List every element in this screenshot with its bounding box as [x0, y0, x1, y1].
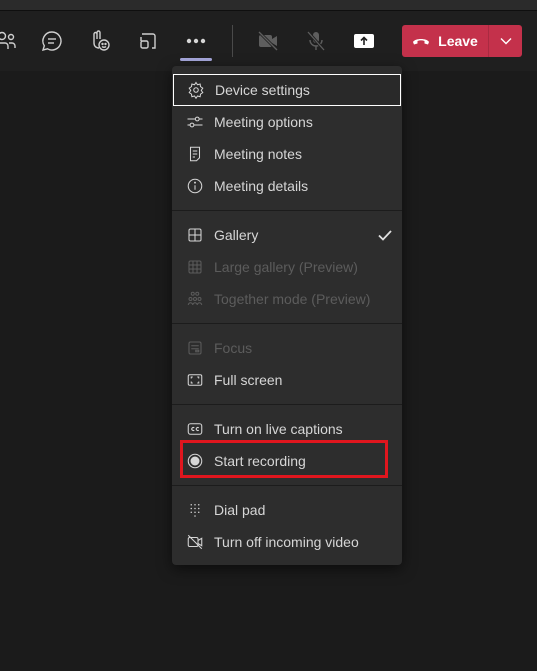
- breakout-rooms-icon: [137, 30, 159, 52]
- raise-hand-icon: [88, 29, 112, 53]
- share-screen-icon: [353, 32, 375, 50]
- menu-section-other: Dial pad Turn off incoming video: [172, 486, 402, 566]
- checkmark-icon: [376, 226, 394, 247]
- together-mode-icon: [186, 290, 204, 308]
- menu-item-label: Dial pad: [214, 502, 266, 518]
- menu-item-turn-off-incoming-video[interactable]: Turn off incoming video: [172, 526, 402, 558]
- chat-button[interactable]: [36, 25, 68, 57]
- active-indicator: [180, 58, 212, 61]
- menu-item-label: Meeting notes: [214, 146, 302, 162]
- menu-item-label: Start recording: [214, 453, 306, 469]
- more-actions-menu: Device settings Meeting options Meeting …: [172, 66, 402, 565]
- menu-item-live-captions[interactable]: Turn on live captions: [172, 413, 402, 445]
- meeting-toolbar: Leave: [0, 11, 537, 71]
- gallery-icon: [186, 226, 204, 244]
- menu-item-label: Full screen: [214, 372, 283, 388]
- more-icon: [185, 37, 207, 45]
- menu-item-focus: Focus: [172, 332, 402, 364]
- menu-item-label: Meeting options: [214, 114, 313, 130]
- toolbar-divider: [232, 25, 233, 57]
- leave-label: Leave: [438, 33, 478, 49]
- menu-item-label: Turn on live captions: [214, 421, 343, 437]
- menu-item-meeting-details[interactable]: Meeting details: [172, 170, 402, 202]
- menu-section-captions-recording: Turn on live captions Start recording: [172, 405, 402, 486]
- chevron-down-icon: [500, 32, 512, 50]
- menu-section-view: Focus Full screen: [172, 324, 402, 405]
- participants-button[interactable]: [0, 25, 22, 57]
- video-off-icon: [186, 533, 204, 551]
- menu-item-meeting-options[interactable]: Meeting options: [172, 106, 402, 138]
- rooms-button[interactable]: [132, 25, 164, 57]
- menu-item-gallery[interactable]: Gallery: [172, 219, 402, 251]
- reactions-button[interactable]: [84, 25, 116, 57]
- record-icon: [186, 452, 204, 470]
- menu-item-full-screen[interactable]: Full screen: [172, 364, 402, 396]
- leave-options-button[interactable]: [489, 25, 522, 57]
- menu-item-meeting-notes[interactable]: Meeting notes: [172, 138, 402, 170]
- mic-button[interactable]: [300, 25, 332, 57]
- gear-icon: [187, 81, 205, 99]
- notes-icon: [186, 145, 204, 163]
- menu-item-start-recording[interactable]: Start recording: [172, 445, 402, 477]
- cc-icon: [186, 420, 204, 438]
- menu-section-layout: Gallery Large gallery (Preview) Together…: [172, 211, 402, 324]
- menu-section-meeting: Device settings Meeting options Meeting …: [172, 66, 402, 211]
- menu-item-large-gallery: Large gallery (Preview): [172, 251, 402, 283]
- mic-off-icon: [304, 29, 328, 53]
- menu-item-label: Gallery: [214, 227, 259, 243]
- menu-item-label: Together mode (Preview): [214, 291, 371, 307]
- chat-icon: [40, 29, 64, 53]
- dialpad-icon: [186, 501, 204, 519]
- camera-off-icon: [256, 29, 280, 53]
- menu-item-dial-pad[interactable]: Dial pad: [172, 494, 402, 526]
- menu-item-device-settings[interactable]: Device settings: [173, 74, 401, 106]
- focus-icon: [186, 339, 204, 357]
- camera-button[interactable]: [252, 25, 284, 57]
- large-gallery-icon: [186, 258, 204, 276]
- leave-button-group: Leave: [402, 25, 522, 57]
- leave-button[interactable]: Leave: [402, 25, 488, 57]
- more-actions-button[interactable]: [180, 25, 212, 57]
- info-icon: [186, 177, 204, 195]
- phone-hangup-icon: [412, 33, 430, 49]
- menu-item-label: Focus: [214, 340, 253, 356]
- menu-item-together-mode: Together mode (Preview): [172, 283, 402, 315]
- menu-item-label: Meeting details: [214, 178, 309, 194]
- sliders-icon: [186, 113, 204, 131]
- fullscreen-icon: [186, 371, 204, 389]
- menu-item-label: Turn off incoming video: [214, 534, 359, 550]
- people-icon: [0, 29, 18, 53]
- menu-item-label: Large gallery (Preview): [214, 259, 358, 275]
- share-button[interactable]: [348, 25, 380, 57]
- menu-item-label: Device settings: [215, 82, 310, 98]
- window-top-strip: [0, 0, 537, 11]
